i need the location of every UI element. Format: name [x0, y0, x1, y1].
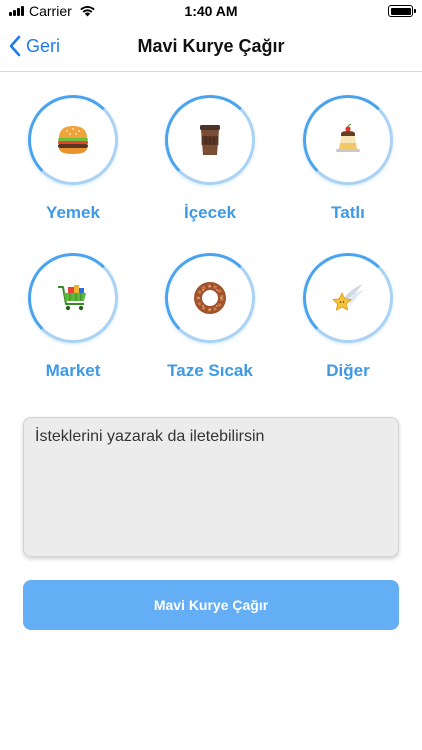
category-label: Taze Sıcak — [167, 361, 253, 380]
category-label: Yemek — [46, 203, 100, 222]
clock: 1:40 AM — [184, 3, 238, 19]
category-taze-sicak[interactable]: Taze Sıcak — [150, 253, 270, 381]
category-label: İçecek — [184, 203, 236, 222]
category-tatli[interactable]: Tatlı — [288, 95, 408, 223]
burger-icon — [58, 126, 88, 154]
category-circle — [303, 253, 393, 343]
page-title: Mavi Kurye Çağır — [137, 36, 285, 56]
nav-bar: Geri Mavi Kurye Çağır — [0, 24, 422, 72]
request-textarea[interactable] — [23, 417, 399, 557]
status-bar: Carrier 1:40 AM — [0, 0, 422, 24]
category-label: Tatlı — [331, 203, 365, 222]
coffee-cup-icon — [200, 125, 220, 155]
shopping-cart-icon — [58, 285, 86, 311]
category-market[interactable]: Market — [13, 253, 133, 381]
category-label: Diğer — [326, 361, 370, 380]
battery-icon — [388, 5, 416, 17]
category-yemek[interactable]: Yemek — [13, 95, 133, 223]
category-circle — [165, 95, 255, 185]
category-circle — [28, 253, 118, 343]
shooting-star-icon — [332, 284, 364, 311]
category-diger[interactable]: Diğer — [288, 253, 408, 381]
category-label: Market — [45, 361, 101, 380]
call-courier-button[interactable]: Mavi Kurye Çağır — [23, 580, 399, 630]
pudding-icon — [336, 123, 360, 152]
category-icecek[interactable]: İçecek — [150, 95, 270, 223]
simit-icon — [194, 282, 226, 314]
screen: Carrier 1:40 AM Geri Mavi Kurye Çağır Ye… — [0, 0, 422, 750]
category-circle — [303, 95, 393, 185]
category-circle — [28, 95, 118, 185]
category-circle — [165, 253, 255, 343]
